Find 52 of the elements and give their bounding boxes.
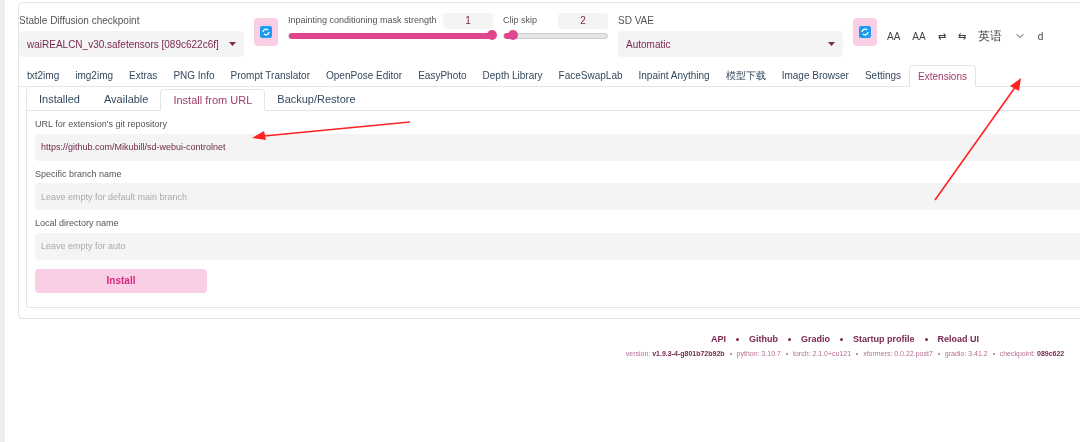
- refresh-icon: [260, 26, 272, 38]
- toolbar-button[interactable]: AA: [912, 28, 926, 44]
- tab[interactable]: Extras: [121, 65, 166, 86]
- caret-icon: [229, 42, 236, 46]
- tab[interactable]: OpenPose Editor: [318, 65, 411, 86]
- text-field[interactable]: Leave empty for auto: [35, 232, 1080, 260]
- slider-track[interactable]: [503, 33, 608, 39]
- text-field[interactable]: Leave empty for default main branch: [35, 183, 1080, 210]
- tab[interactable]: txt2img: [19, 65, 68, 86]
- tab[interactable]: Settings: [856, 65, 910, 86]
- refresh-button[interactable]: [254, 18, 278, 46]
- toolbar-button[interactable]: ⇄: [937, 28, 946, 44]
- tab[interactable]: Image Browser: [773, 65, 857, 86]
- number-field[interactable]: 2: [558, 13, 608, 29]
- toolbar-button[interactable]: AA: [887, 28, 901, 44]
- tab[interactable]: Inpaint Anything: [630, 65, 718, 86]
- slider-label: Clip skip: [503, 14, 537, 28]
- field-label: Specific branch name: [35, 167, 122, 181]
- slider-thumb[interactable]: [508, 30, 519, 40]
- tab[interactable]: EasyPhoto: [410, 65, 475, 86]
- tab[interactable]: Depth Library: [474, 65, 551, 86]
- tab[interactable]: Extensions: [909, 65, 976, 87]
- footer-link[interactable]: Startup profile: [853, 332, 915, 346]
- field-label: SD VAE: [618, 14, 655, 28]
- tab[interactable]: img2img: [67, 65, 122, 86]
- footer-link[interactable]: API: [710, 332, 726, 346]
- tab[interactable]: Installed: [27, 89, 92, 110]
- dropdown[interactable]: waiREALCN_v30.safetensors [089c622c6f]: [19, 31, 244, 57]
- tab[interactable]: PNG Info: [165, 65, 223, 86]
- field-label: Local directory name: [35, 217, 119, 230]
- toolbar-button[interactable]: 英语: [977, 27, 1002, 45]
- refresh-icon: [859, 26, 871, 38]
- footer-link[interactable]: Github: [749, 332, 778, 346]
- dropdown[interactable]: Automatic: [618, 31, 843, 57]
- tab[interactable]: 模型下载: [717, 65, 774, 86]
- footer-link[interactable]: Reload UI: [937, 332, 980, 346]
- field-label: Stable Diffusion checkpoint: [19, 14, 141, 28]
- tab[interactable]: Install from URL: [160, 89, 266, 111]
- toolbar-button[interactable]: d: [1037, 28, 1044, 44]
- tab[interactable]: Prompt Translator: [222, 65, 318, 86]
- tab[interactable]: FaceSwapLab: [550, 65, 631, 86]
- slider-thumb[interactable]: [487, 30, 497, 40]
- footer-link[interactable]: Gradio: [801, 332, 830, 346]
- caret-icon: [828, 42, 835, 46]
- field-label: URL for extension's git repository: [35, 118, 167, 131]
- slider-label: Inpainting conditioning mask strength: [288, 14, 437, 28]
- number-field[interactable]: 1: [443, 13, 493, 29]
- text-field[interactable]: https://github.com/Mikubill/sd-webui-controlnet: [35, 133, 1080, 161]
- tab[interactable]: Available: [92, 89, 161, 110]
- tab[interactable]: Backup/Restore: [265, 89, 368, 110]
- toolbar-button[interactable]: ⇆: [957, 28, 966, 44]
- refresh-button[interactable]: [853, 18, 877, 46]
